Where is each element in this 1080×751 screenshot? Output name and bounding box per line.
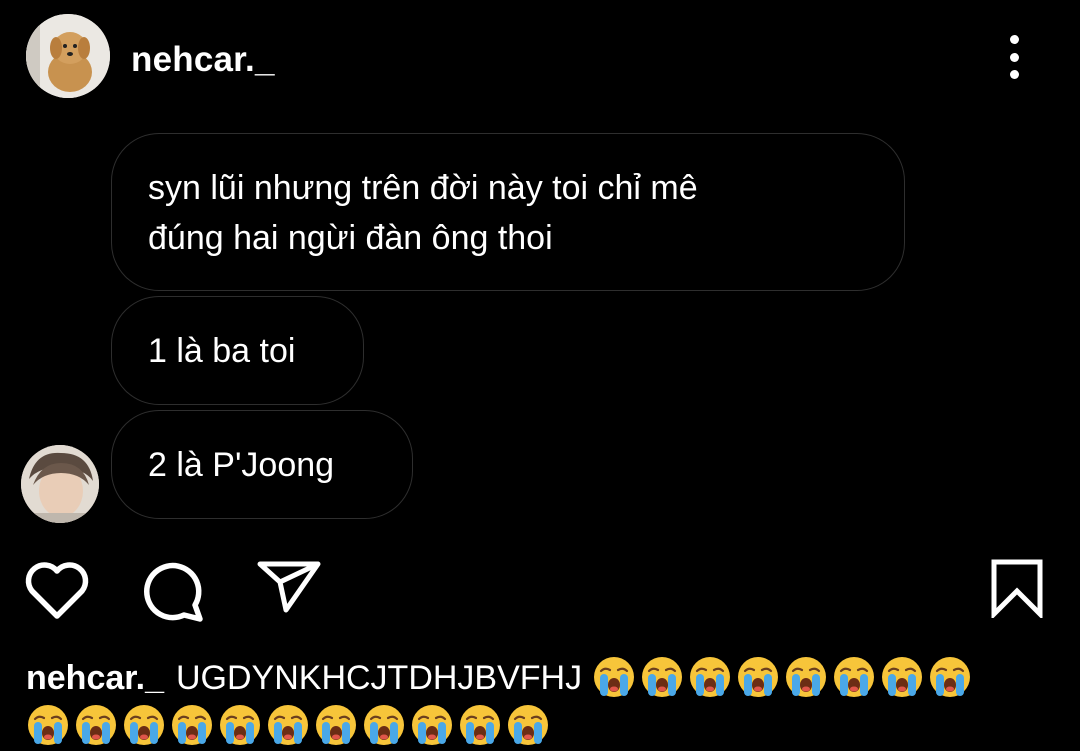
loudly-crying-face-icon <box>881 657 922 698</box>
message-text: 2 là P'Joong <box>148 445 335 484</box>
loudly-crying-face-icon <box>172 705 212 746</box>
message-bubble: 1 là ba toi <box>111 296 364 405</box>
loudly-crying-face-icon <box>737 657 778 698</box>
loudly-crying-face-icon <box>364 705 404 746</box>
heart-icon[interactable] <box>24 561 90 621</box>
loudly-crying-face-icon <box>28 705 68 746</box>
message-bubble: syn lũi nhưng trên đời này toi chỉ mê đú… <box>111 133 905 291</box>
comment-icon[interactable] <box>140 559 206 623</box>
loudly-crying-face-icon <box>641 657 682 698</box>
loudly-crying-face-icon <box>929 657 970 698</box>
loudly-crying-face-icon <box>593 657 634 698</box>
emoji-row <box>592 657 976 698</box>
sender-avatar <box>21 445 99 523</box>
more-options-icon[interactable] <box>1000 35 1028 79</box>
caption-username[interactable]: nehcar._ <box>26 659 164 697</box>
loudly-crying-face-icon <box>508 705 548 746</box>
loudly-crying-face-icon <box>220 705 260 746</box>
loudly-crying-face-icon <box>833 657 874 698</box>
loudly-crying-face-icon <box>268 705 308 746</box>
caption-text: UGDYNKHCJTDHJBVFHJ <box>175 659 583 697</box>
loudly-crying-face-icon <box>412 705 452 746</box>
post-username[interactable]: nehcar._ <box>131 40 275 80</box>
message-text: đúng hai ngừi đàn ông thoi <box>148 219 553 257</box>
bookmark-icon[interactable] <box>990 558 1044 618</box>
loudly-crying-face-icon <box>460 705 500 746</box>
loudly-crying-face-icon <box>785 657 826 698</box>
loudly-crying-face-icon <box>124 705 164 746</box>
loudly-crying-face-icon <box>316 705 356 746</box>
caption: nehcar._ UGDYNKHCJTDHJBVFHJ <box>26 654 1066 750</box>
loudly-crying-face-icon <box>76 705 116 746</box>
message-text: syn lũi nhưng trên đời này toi chỉ mê <box>148 169 698 207</box>
emoji-row <box>26 705 554 746</box>
message-bubble: 2 là P'Joong <box>111 410 413 519</box>
avatar[interactable] <box>26 14 110 98</box>
loudly-crying-face-icon <box>689 657 730 698</box>
paper-plane-icon[interactable] <box>256 558 322 614</box>
message-text: 1 là ba toi <box>148 331 296 370</box>
